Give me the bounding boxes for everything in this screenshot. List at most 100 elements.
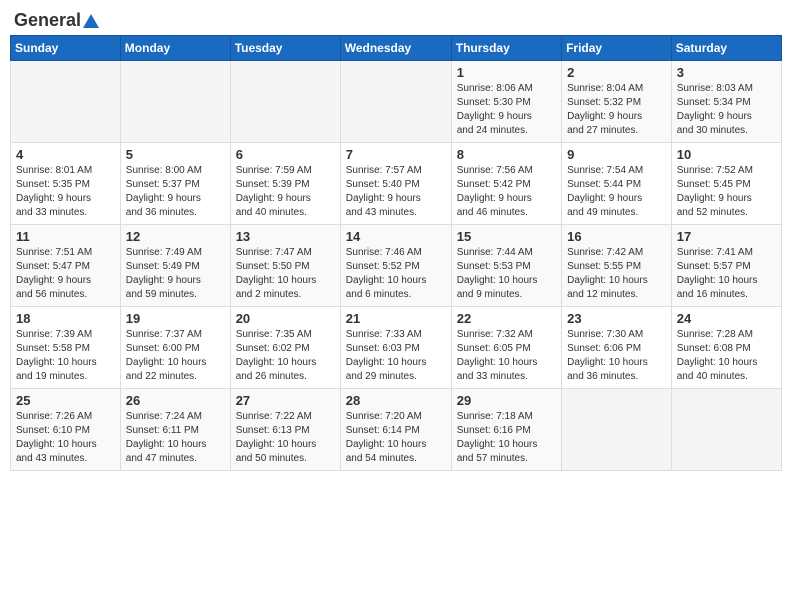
calendar-cell: 13 Sunrise: 7:47 AM Sunset: 5:50 PM Dayli… [230,225,340,307]
calendar-cell: 6 Sunrise: 7:59 AM Sunset: 5:39 PM Daylig… [230,143,340,225]
day-of-week-header: Tuesday [230,36,340,61]
day-number: 13 [236,229,335,244]
day-info: Sunrise: 7:56 AM Sunset: 5:42 PM Dayligh… [457,164,556,220]
calendar-cell: 20 Sunrise: 7:35 AM Sunset: 6:02 PM Dayli… [230,307,340,389]
logo-general-text: General [14,10,81,31]
calendar-week-row: 11 Sunrise: 7:51 AM Sunset: 5:47 PM Dayli… [11,225,782,307]
calendar-cell: 10Sunrise: 7:52 AM Sunset: 5:45 PM Dayli… [671,143,781,225]
day-number: 2 [567,65,666,80]
day-number: 14 [346,229,446,244]
calendar-cell: 28 Sunrise: 7:20 AM Sunset: 6:14 PM Dayli… [340,389,451,471]
day-number: 7 [346,147,446,162]
calendar-cell: 25Sunrise: 7:26 AM Sunset: 6:10 PM Dayli… [11,389,121,471]
calendar-week-row: 4 Sunrise: 8:01 AM Sunset: 5:35 PM Daylig… [11,143,782,225]
day-info: Sunrise: 7:49 AM Sunset: 5:49 PM Dayligh… [126,246,225,302]
calendar-cell: 26Sunrise: 7:24 AM Sunset: 6:11 PM Dayli… [120,389,230,471]
day-number: 23 [567,311,666,326]
calendar-cell [562,389,672,471]
day-info: Sunrise: 7:22 AM Sunset: 6:13 PM Dayligh… [236,410,335,466]
day-number: 18 [16,311,115,326]
calendar-cell: 21 Sunrise: 7:33 AM Sunset: 6:03 PM Dayli… [340,307,451,389]
day-number: 3 [677,65,776,80]
calendar-week-row: 25Sunrise: 7:26 AM Sunset: 6:10 PM Dayli… [11,389,782,471]
calendar-cell: 23 Sunrise: 7:30 AM Sunset: 6:06 PM Dayli… [562,307,672,389]
day-info: Sunrise: 7:28 AM Sunset: 6:08 PM Dayligh… [677,328,776,384]
day-info: Sunrise: 7:30 AM Sunset: 6:06 PM Dayligh… [567,328,666,384]
calendar-cell: 27 Sunrise: 7:22 AM Sunset: 6:13 PM Dayli… [230,389,340,471]
day-of-week-header: Friday [562,36,672,61]
calendar-cell: 17 Sunrise: 7:41 AM Sunset: 5:57 PM Dayli… [671,225,781,307]
calendar-cell: 7 Sunrise: 7:57 AM Sunset: 5:40 PM Daylig… [340,143,451,225]
day-info: Sunrise: 7:41 AM Sunset: 5:57 PM Dayligh… [677,246,776,302]
calendar-cell: 18 Sunrise: 7:39 AM Sunset: 5:58 PM Dayli… [11,307,121,389]
day-number: 12 [126,229,225,244]
calendar-header-row: SundayMondayTuesdayWednesdayThursdayFrid… [11,36,782,61]
day-number: 27 [236,393,335,408]
day-info: Sunrise: 7:42 AM Sunset: 5:55 PM Dayligh… [567,246,666,302]
day-number: 17 [677,229,776,244]
day-number: 26 [126,393,225,408]
day-number: 6 [236,147,335,162]
day-number: 28 [346,393,446,408]
day-number: 11 [16,229,115,244]
calendar-cell: 14 Sunrise: 7:46 AM Sunset: 5:52 PM Dayli… [340,225,451,307]
day-number: 19 [126,311,225,326]
day-number: 5 [126,147,225,162]
calendar-cell: 22 Sunrise: 7:32 AM Sunset: 6:05 PM Dayli… [451,307,561,389]
day-number: 8 [457,147,556,162]
calendar-cell: 1Sunrise: 8:06 AM Sunset: 5:30 PM Daylig… [451,61,561,143]
day-info: Sunrise: 7:35 AM Sunset: 6:02 PM Dayligh… [236,328,335,384]
day-info: Sunrise: 7:20 AM Sunset: 6:14 PM Dayligh… [346,410,446,466]
calendar-cell: 4 Sunrise: 8:01 AM Sunset: 5:35 PM Daylig… [11,143,121,225]
day-info: Sunrise: 8:00 AM Sunset: 5:37 PM Dayligh… [126,164,225,220]
day-of-week-header: Monday [120,36,230,61]
day-number: 16 [567,229,666,244]
calendar-cell: 2 Sunrise: 8:04 AM Sunset: 5:32 PM Daylig… [562,61,672,143]
day-info: Sunrise: 7:46 AM Sunset: 5:52 PM Dayligh… [346,246,446,302]
day-of-week-header: Wednesday [340,36,451,61]
day-info: Sunrise: 8:04 AM Sunset: 5:32 PM Dayligh… [567,82,666,138]
calendar-cell [671,389,781,471]
day-info: Sunrise: 7:47 AM Sunset: 5:50 PM Dayligh… [236,246,335,302]
calendar-cell: 9 Sunrise: 7:54 AM Sunset: 5:44 PM Daylig… [562,143,672,225]
day-number: 29 [457,393,556,408]
day-info: Sunrise: 8:06 AM Sunset: 5:30 PM Dayligh… [457,82,556,138]
calendar-cell: 8 Sunrise: 7:56 AM Sunset: 5:42 PM Daylig… [451,143,561,225]
day-info: Sunrise: 8:03 AM Sunset: 5:34 PM Dayligh… [677,82,776,138]
calendar-cell: 19 Sunrise: 7:37 AM Sunset: 6:00 PM Dayli… [120,307,230,389]
day-info: Sunrise: 7:26 AM Sunset: 6:10 PM Dayligh… [16,410,115,466]
calendar-cell: 29 Sunrise: 7:18 AM Sunset: 6:16 PM Dayli… [451,389,561,471]
day-number: 24 [677,311,776,326]
day-info: Sunrise: 7:33 AM Sunset: 6:03 PM Dayligh… [346,328,446,384]
calendar-cell: 24 Sunrise: 7:28 AM Sunset: 6:08 PM Dayli… [671,307,781,389]
day-info: Sunrise: 7:51 AM Sunset: 5:47 PM Dayligh… [16,246,115,302]
day-info: Sunrise: 7:44 AM Sunset: 5:53 PM Dayligh… [457,246,556,302]
day-info: Sunrise: 7:39 AM Sunset: 5:58 PM Dayligh… [16,328,115,384]
day-number: 10 [677,147,776,162]
day-number: 15 [457,229,556,244]
day-info: Sunrise: 7:59 AM Sunset: 5:39 PM Dayligh… [236,164,335,220]
calendar-cell: 12 Sunrise: 7:49 AM Sunset: 5:49 PM Dayli… [120,225,230,307]
day-info: Sunrise: 7:37 AM Sunset: 6:00 PM Dayligh… [126,328,225,384]
calendar-cell [340,61,451,143]
day-number: 22 [457,311,556,326]
day-info: Sunrise: 7:54 AM Sunset: 5:44 PM Dayligh… [567,164,666,220]
day-of-week-header: Saturday [671,36,781,61]
day-of-week-header: Sunday [11,36,121,61]
calendar: SundayMondayTuesdayWednesdayThursdayFrid… [10,35,782,471]
day-number: 20 [236,311,335,326]
calendar-cell: 11 Sunrise: 7:51 AM Sunset: 5:47 PM Dayli… [11,225,121,307]
day-number: 21 [346,311,446,326]
day-info: Sunrise: 7:32 AM Sunset: 6:05 PM Dayligh… [457,328,556,384]
day-info: Sunrise: 8:01 AM Sunset: 5:35 PM Dayligh… [16,164,115,220]
calendar-cell [230,61,340,143]
logo: General [14,10,101,27]
day-info: Sunrise: 7:57 AM Sunset: 5:40 PM Dayligh… [346,164,446,220]
calendar-cell [11,61,121,143]
header: General [10,10,782,27]
day-info: Sunrise: 7:18 AM Sunset: 6:16 PM Dayligh… [457,410,556,466]
day-number: 4 [16,147,115,162]
calendar-cell [120,61,230,143]
day-number: 9 [567,147,666,162]
calendar-cell: 15 Sunrise: 7:44 AM Sunset: 5:53 PM Dayli… [451,225,561,307]
